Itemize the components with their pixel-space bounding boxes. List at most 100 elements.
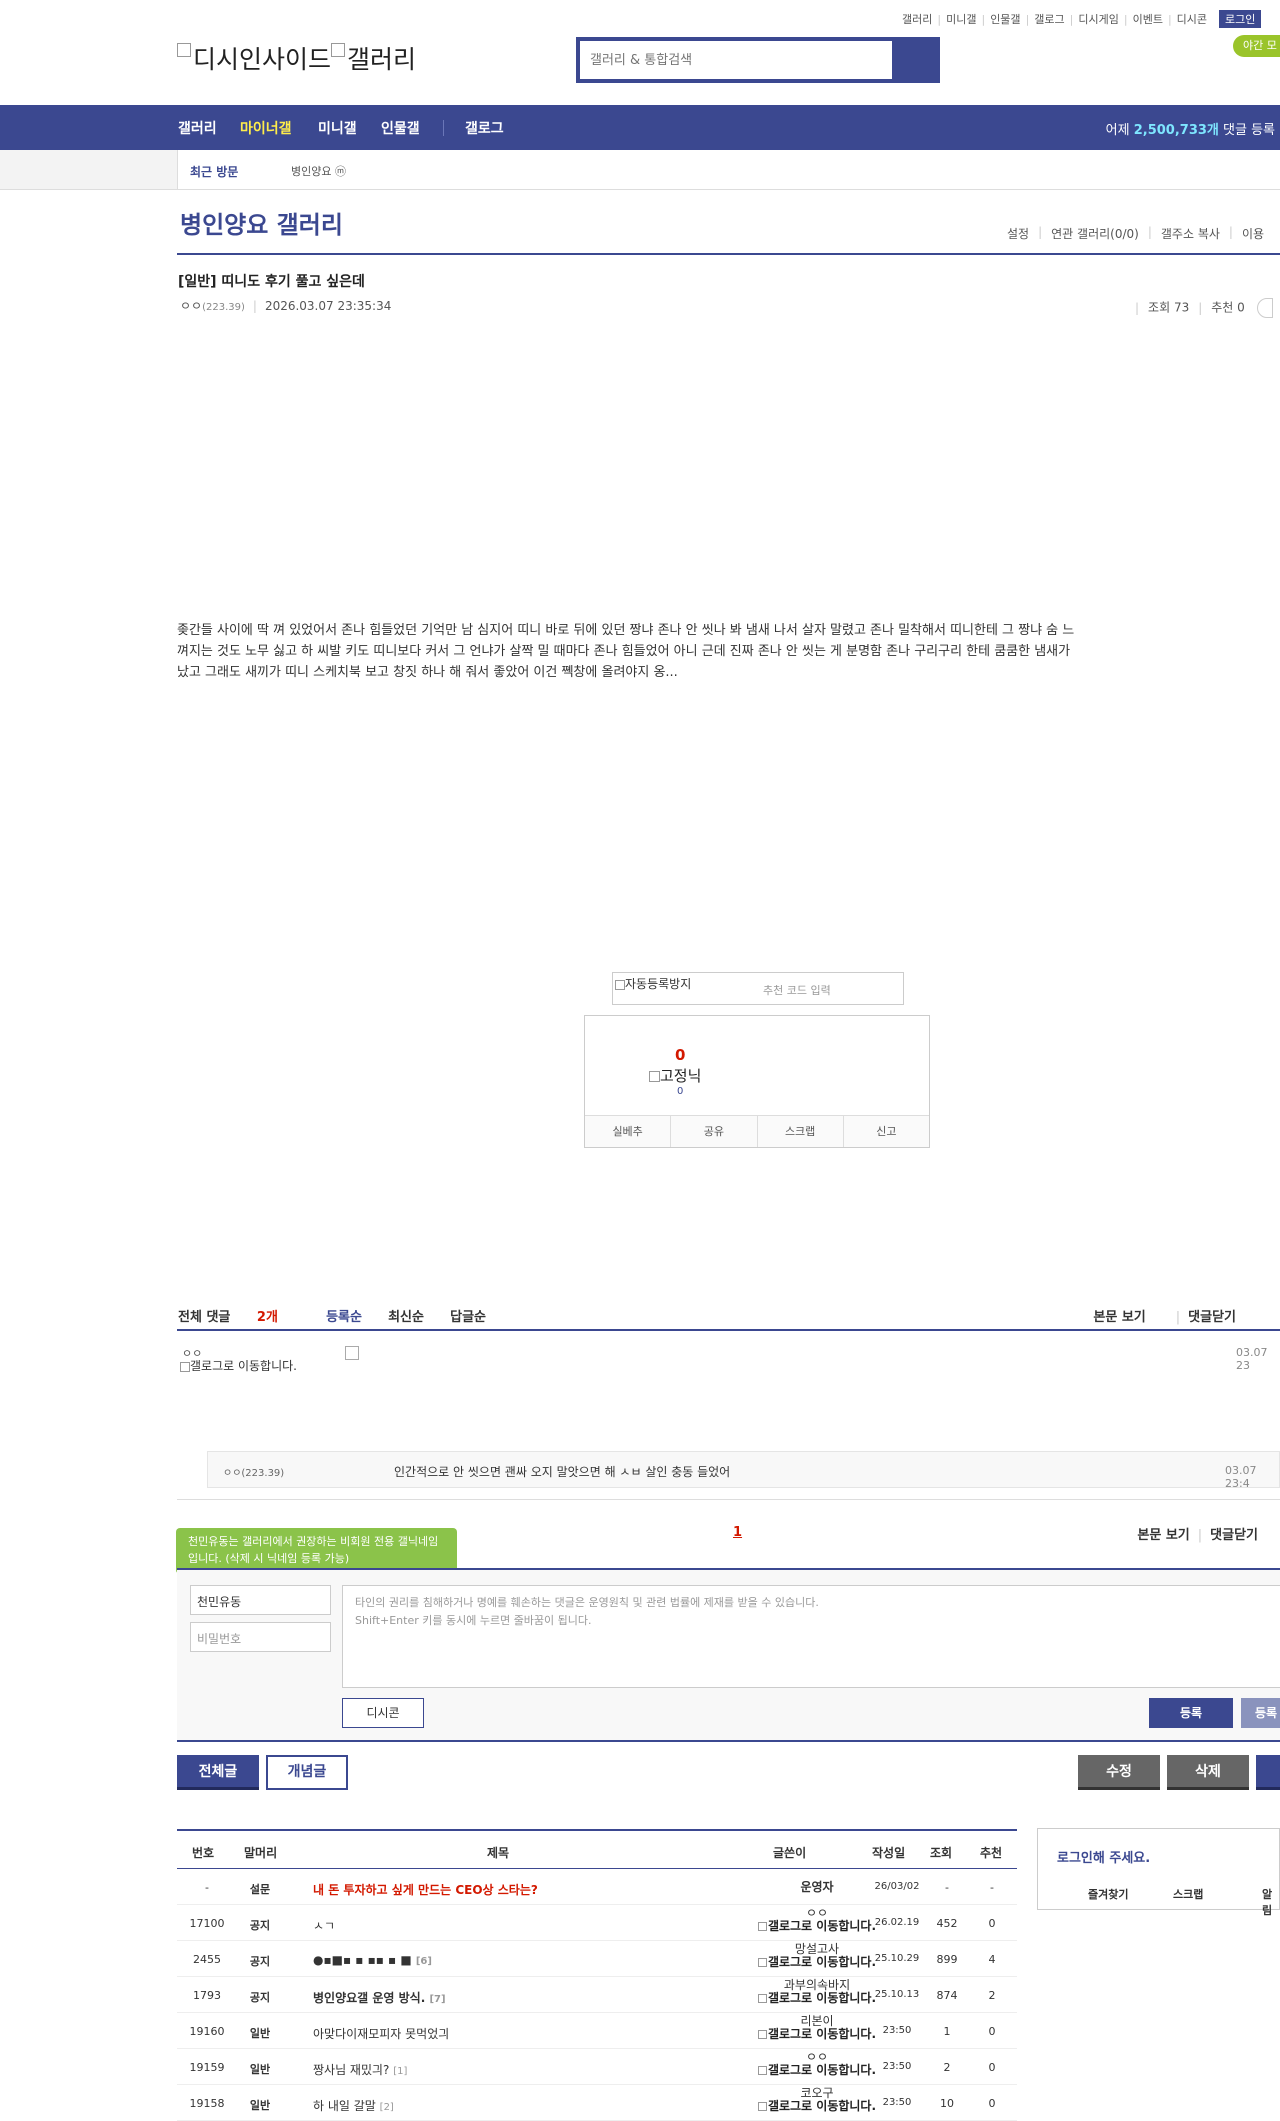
post-title-link[interactable]: 짱사님 재밌긔? [1] [313,2061,407,2078]
post-views: 조회 73 [1148,300,1190,315]
captcha-input[interactable]: 추천 코드 입력 [763,982,831,998]
close-comments-link[interactable]: 댓글닫기 [1188,1310,1236,1325]
all-posts-button[interactable]: 전체글 [177,1755,259,1790]
reply-writer[interactable]: ㅇㅇ(223.39) [223,1464,284,1479]
nav-gallery[interactable]: 갤러리 [178,118,217,138]
broken-image-icon [757,2030,767,2039]
col-writer: 글쓴이 [773,1846,807,1860]
post-recommend: 2 [988,1989,996,2002]
post-row[interactable]: 19159 일반 짱사님 재밌긔? [1] ㅇㅇ 갤로그로 이동합니다. 23:50 2 0 [177,2049,1017,2085]
usage-link[interactable]: 이용 [1242,225,1264,242]
password-field[interactable]: 비밀번호 [190,1622,331,1652]
post-row[interactable]: 19158 일반 하 내일 갈말 [2] 코오구 갤로그로 이동합니다. 23:50 10 0 [177,2085,1017,2121]
fixed-nick-count: 0 [677,1086,684,1097]
main-nav: 갤러리 마이너갤 미니갤 인물갤 갤로그 어제 2,500,733개 댓글 등록 [0,105,1280,150]
broken-image-icon [331,43,346,57]
reply-count[interactable]: [6] [416,1956,432,1967]
post-row[interactable]: 1793 공지 병인양요갤 운영 방식. [7] 과부의속바지 갤로그로 이동합니다. 2… [177,1977,1017,2013]
post-row[interactable]: 19160 일반 아맞다이재모피자 못먹었긔 리본이 갤로그로 이동합니다. 23:50… [177,2013,1017,2049]
reply-count[interactable]: [2] [380,2102,394,2113]
report-button[interactable]: 신고 [844,1116,929,1147]
concept-posts-button[interactable]: 개념글 [266,1755,348,1790]
post-body: 좆간들 사이에 딱 껴 있었어서 존나 힘들었던 기억만 남 심지어 띠니 바로… [177,623,1075,680]
delete-button[interactable]: 삭제 [1167,1755,1249,1790]
comment-page-1[interactable]: 1 [733,1525,742,1540]
related-gallery-link[interactable]: 연관 갤러리(0/0) [1051,225,1139,242]
reply-count[interactable]: [1] [393,2066,407,2077]
post-title-link[interactable]: ●▪■▪ ▪ ▪▪ ▪ ■ [6] [313,1953,432,1967]
post-views: 10 [940,2097,954,2110]
post-row[interactable]: - 설문 내 돈 투자하고 싶게 만드는 CEO상 스타는? 운영자 26/03/02… [177,1869,1017,1905]
comment-textarea[interactable]: 타인의 권리를 침해하거나 명예를 훼손하는 댓글은 운영원칙 및 관련 법률에… [342,1585,1280,1688]
close-comments-link[interactable]: 댓글닫기 [1210,1528,1258,1543]
recent-visit-label: 최근 방문 [190,165,239,179]
view-body-link[interactable]: 본문 보기 [1093,1310,1145,1325]
share-button[interactable]: 공유 [671,1116,758,1147]
logo[interactable]: 디시인사이드 갤러리 [177,40,416,76]
sort-replies[interactable]: 답글순 [450,1310,486,1325]
post-title-link[interactable]: 아맞다이재모피자 못먹었긔 [313,2025,449,2042]
gallog-image[interactable]: 갤로그로 이동합니다. [180,1360,310,1372]
top-link-minigall[interactable]: 미니갤 [946,11,976,27]
submit-button[interactable]: 등록 [1149,1698,1233,1728]
scrap-link[interactable]: 스크랩 [1173,1886,1203,1902]
nav-gallog[interactable]: 갤로그 [465,118,504,138]
writer-nick[interactable]: ㅇㅇ [180,299,202,313]
top-link-gallery[interactable]: 갤러리 [902,11,932,27]
top-link-gallog[interactable]: 갤로그 [1034,11,1064,27]
reply-count[interactable]: [7] [429,1994,445,2005]
login-button[interactable]: 로그인 [1219,10,1262,28]
post-row[interactable]: 17100 공지 ㅅㄱ ㅇㅇ 갤로그로 이동합니다. 26.02.19 452 0 [177,1905,1017,1941]
top-link-dccon[interactable]: 디시콘 [1177,11,1207,27]
nav-minor-gallery[interactable]: 마이너갤 [240,118,292,138]
login-prompt[interactable]: 로그인해 주세요. [1057,1847,1150,1866]
comment-jump-button[interactable] [1256,298,1273,318]
divider [177,1499,1280,1500]
captcha-image: 자동등록방지 [615,975,691,992]
post-views: 1 [943,2025,951,2038]
copy-url-link[interactable]: 갤주소 복사 [1161,225,1220,242]
top-link-people[interactable]: 인물갤 [990,11,1020,27]
post-title-link[interactable]: ㅅㄱ [313,1917,335,1934]
notification-link[interactable]: 알림 [1262,1886,1279,1918]
col-head: 말머리 [244,1846,278,1860]
edit-button[interactable]: 수정 [1078,1755,1160,1790]
night-mode-toggle[interactable]: 야간 모 [1233,35,1280,57]
nickname-field[interactable]: 천민유동 [190,1585,331,1615]
dccon-button[interactable]: 디시콘 [342,1698,424,1728]
col-number: 번호 [192,1846,215,1860]
post-recommend: 0 [988,2061,996,2074]
post-date: 26/03/02 [874,1881,920,1892]
post-head: 설문 [249,1883,271,1896]
gallery-title[interactable]: 병인양요 갤러리 [180,205,343,240]
post-title-link[interactable]: 하 내일 갈말 [2] [313,2097,394,2114]
post-views: 874 [936,1989,958,2002]
recent-visit-gallery[interactable]: 병인양요 ⓜ [291,163,346,179]
col-title: 제목 [487,1846,510,1860]
post-title: [일반] 띠니도 후기 풀고 싶은데 [178,274,365,290]
view-body-link[interactable]: 본문 보기 [1137,1528,1189,1543]
sort-registered[interactable]: 등록순 [326,1310,362,1325]
nav-mini-gallery[interactable]: 미니갤 [318,118,357,138]
write-button[interactable] [1256,1755,1280,1790]
gallery-settings-link[interactable]: 설정 [1007,225,1029,242]
captcha-box: 자동등록방지 추천 코드 입력 [612,972,904,1005]
scrap-button[interactable]: 스크랩 [758,1116,844,1147]
post-recommend: - [990,1881,994,1894]
submit-recommend-button[interactable]: 등록 [1241,1698,1280,1728]
sort-latest[interactable]: 최신순 [388,1310,424,1325]
col-date: 작성일 [872,1846,906,1860]
nav-people-gallery[interactable]: 인물갤 [381,118,420,138]
top-link-event[interactable]: 이벤트 [1133,11,1163,27]
broken-image-icon [757,1922,767,1931]
search-button[interactable] [892,41,936,79]
best-recommend-button[interactable]: 실베추 [585,1116,672,1147]
minor-badge-icon: ⓜ [334,165,346,178]
post-title-link[interactable]: 병인양요갤 운영 방식. [7] [313,1989,446,2006]
post-row[interactable]: 2455 공지 ●▪■▪ ▪ ▪▪ ▪ ■ [6] 망설고사 갤로그로 이동합니다. 25… [177,1941,1017,1977]
top-link-game[interactable]: 디시게임 [1078,11,1118,27]
search-input[interactable] [580,41,892,79]
favorites-link[interactable]: 즐겨찾기 [1088,1886,1128,1902]
post-views: 452 [936,1917,958,1930]
post-title-link[interactable]: 내 돈 투자하고 싶게 만드는 CEO상 스타는? [313,1881,538,1898]
